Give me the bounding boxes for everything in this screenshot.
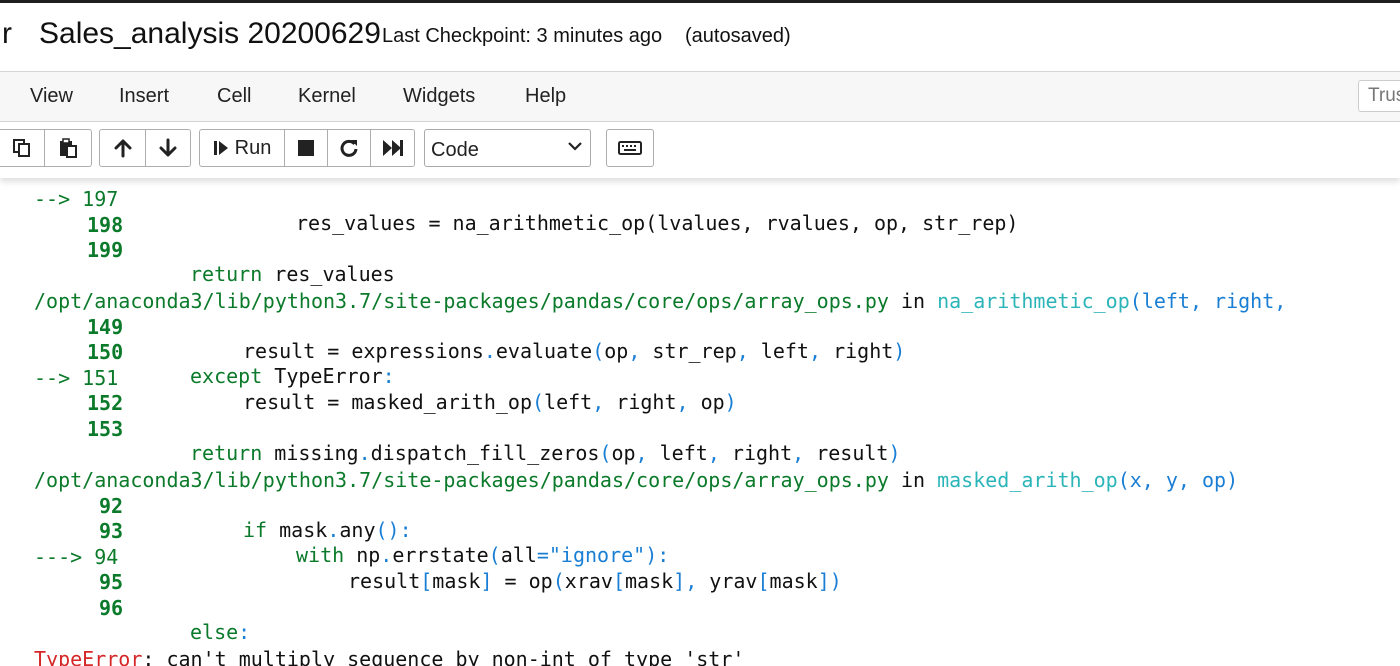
code-text: return missing.dispatch_fill_zeros(op, l…: [190, 441, 901, 465]
restart-kernel-button[interactable]: [328, 130, 371, 166]
line-number: 149: [87, 315, 124, 339]
run-button[interactable]: Run: [200, 130, 285, 166]
traceback-line-199: 199 return res_values: [0, 214, 395, 286]
refresh-icon: [340, 139, 358, 157]
chevron-down-icon: [568, 142, 582, 151]
notebook-title[interactable]: Sales_analysis 20200629: [39, 17, 381, 51]
fast-forward-icon: [382, 140, 403, 156]
move-cell-up-button[interactable]: [100, 130, 146, 166]
code-text: result = masked_arith_op(left, right, op…: [243, 390, 737, 414]
move-cell-down-button[interactable]: [146, 130, 190, 166]
error-message: TypeError: can't multiply sequence by no…: [0, 623, 744, 666]
toolbar: Run Code: [0, 122, 1400, 178]
line-number: 150: [87, 340, 124, 364]
line-number: 199: [87, 238, 124, 262]
run-group: Run: [199, 129, 415, 167]
traceback-frame-header: /opt/anaconda3/lib/python3.7/site-packag…: [0, 265, 1286, 313]
traceback-line-95: 95: [0, 546, 123, 594]
menu-insert[interactable]: Insert: [119, 85, 169, 108]
code-text: with np.errstate(all="ignore"):: [296, 543, 670, 567]
restart-run-all-button[interactable]: [371, 130, 414, 166]
line-number: 96: [99, 596, 124, 620]
menubar: View Insert Cell Kernel Widgets Help Tru…: [0, 71, 1400, 122]
keyboard-icon: [618, 141, 642, 155]
traceback-line-92: 92 if mask.any():: [0, 470, 412, 542]
trusted-indicator[interactable]: Trus: [1358, 80, 1400, 112]
menu-kernel[interactable]: Kernel: [298, 85, 356, 108]
traceback-line-153: 153 return missing.dispatch_fill_zeros(o…: [0, 393, 901, 465]
interrupt-kernel-button[interactable]: [285, 130, 328, 166]
traceback-line-152: 152: [0, 367, 123, 415]
cell-output-traceback: --> 197 res_values = na_arithmetic_op(lv…: [0, 160, 1400, 666]
menu-widgets[interactable]: Widgets: [403, 85, 475, 108]
traceback-frame-header: /opt/anaconda3/lib/python3.7/site-packag…: [0, 444, 1238, 492]
traceback-line-150: 150 except TypeError:: [0, 316, 395, 388]
menu-help[interactable]: Help: [525, 85, 566, 108]
line-number: 95: [99, 570, 124, 594]
paste-icon: [60, 138, 77, 158]
run-button-label: Run: [234, 136, 272, 159]
last-checkpoint: Last Checkpoint: 3 minutes ago: [382, 25, 663, 47]
step-forward-icon: [213, 141, 228, 155]
clipboard-group: [0, 129, 92, 167]
cell-type-select[interactable]: Code: [424, 129, 591, 167]
error-type: TypeError: [34, 647, 143, 666]
command-palette-button[interactable]: [606, 129, 654, 167]
traceback-line-93: 93 with np.errstate(all="ignore"):: [0, 495, 669, 567]
move-group: [99, 129, 191, 167]
frame-file-path: /opt/anaconda3/lib/python3.7/site-packag…: [34, 468, 1239, 492]
paste-cell-button[interactable]: [45, 130, 91, 166]
code-text: else:: [190, 620, 251, 644]
traceback-line-149: 149 result = expressions.evaluate(op, st…: [0, 291, 905, 363]
line-number: 92: [99, 494, 124, 518]
code-text: result = expressions.evaluate(op, str_re…: [243, 339, 906, 363]
error-text: : can't multiply sequence by non-int of …: [142, 647, 745, 666]
line-number: 153: [87, 417, 124, 441]
autosave-status: (autosaved): [685, 25, 791, 47]
copy-icon: [12, 139, 30, 157]
menu-cell[interactable]: Cell: [217, 85, 251, 108]
code-text: res_values = na_arithmetic_op(lvalues, r…: [296, 211, 1019, 235]
arrow-up-icon: [114, 139, 131, 158]
code-text: result[mask] = op(xrav[mask], yrav[mask]…: [348, 569, 842, 593]
traceback-line-94: ---> 94 result[mask] = op(xrav[mask], yr…: [0, 521, 842, 593]
jupyter-logo-fragment: r: [2, 17, 12, 50]
line-number: 198: [87, 213, 124, 237]
line-number: 93: [99, 519, 124, 543]
line-number: 152: [87, 391, 124, 415]
cell-type-value: Code: [431, 139, 479, 161]
notebook-header: r Sales_analysis 20200629 Last Checkpoin…: [0, 3, 1400, 71]
menu-view[interactable]: View: [30, 85, 73, 108]
code-text: return res_values: [190, 262, 395, 286]
traceback-line-198: 198: [0, 189, 123, 237]
code-text: except TypeError:: [190, 364, 395, 388]
copy-cell-button[interactable]: [0, 130, 45, 166]
stop-icon: [298, 140, 314, 156]
frame-file-path: /opt/anaconda3/lib/python3.7/site-packag…: [34, 289, 1287, 313]
arrow-down-icon: [159, 138, 177, 157]
traceback-line-151: --> 151 result = masked_arith_op(left, r…: [0, 342, 737, 414]
traceback-line-96: 96 else:: [0, 572, 250, 644]
code-text: if mask.any():: [243, 518, 412, 542]
